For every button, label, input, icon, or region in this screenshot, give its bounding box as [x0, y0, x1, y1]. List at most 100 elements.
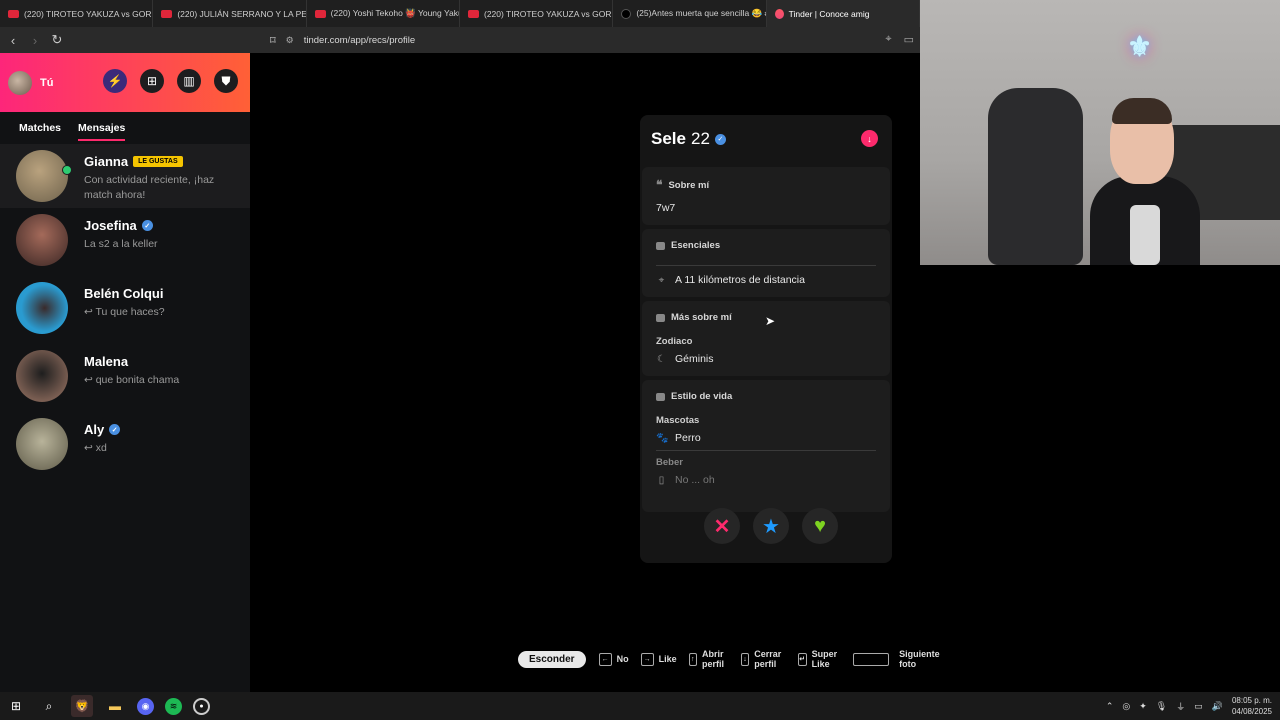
- avatar[interactable]: [16, 350, 68, 402]
- location-icon[interactable]: ⌖: [885, 33, 891, 46]
- back-icon[interactable]: ‹: [4, 33, 22, 48]
- wifi-icon[interactable]: ▭: [1194, 701, 1203, 712]
- safety-button[interactable]: ⛊: [214, 69, 238, 93]
- microphone: [1130, 205, 1160, 265]
- lifestyle-icon: [656, 392, 665, 401]
- explore-icon: ⊞: [146, 74, 158, 88]
- conversation-item[interactable]: Malena ↩ que bonita chama: [0, 344, 250, 412]
- tab-matches[interactable]: Matches: [19, 122, 61, 144]
- hide-shortcuts-button[interactable]: Esconder: [518, 650, 586, 668]
- microphone-icon[interactable]: 🎙: [1156, 701, 1167, 712]
- location-pin-icon: ⌖: [658, 274, 665, 286]
- conversation-name: Malena: [84, 354, 129, 369]
- drink-label: Beber: [656, 457, 683, 468]
- star-icon: ★: [762, 515, 780, 538]
- about-section: ❝ Sobre mí 7w7: [642, 167, 890, 225]
- date: 04/08/2025: [1231, 707, 1272, 716]
- user-name[interactable]: Tú: [40, 77, 53, 89]
- about-text: 7w7: [656, 202, 676, 214]
- verified-icon: ✓: [714, 133, 726, 145]
- clock[interactable]: 08:05 p. m. 04/08/2025: [1232, 695, 1272, 717]
- search-icon[interactable]: ⌕: [38, 695, 60, 717]
- cast-icon[interactable]: ▭: [904, 33, 914, 46]
- file-explorer-icon[interactable]: ▬: [104, 695, 126, 717]
- collapse-profile-button[interactable]: ↓: [861, 130, 878, 147]
- conversation-item[interactable]: Josefina ✓ La s2 a la keller: [0, 208, 250, 276]
- windows-start-icon[interactable]: ⊞: [5, 695, 27, 717]
- reload-icon[interactable]: ↻: [48, 32, 66, 48]
- obs-icon[interactable]: ●: [193, 697, 210, 715]
- browser-tab[interactable]: (220) TIROTEO YAKUZA vs GORE | AR: [460, 0, 614, 27]
- address-bar: ‹ › ↻ ⌑ ⚙ tinder.com/app/recs/profile ⌖ …: [0, 27, 920, 53]
- bookmark-icon[interactable]: ⌑: [270, 34, 276, 47]
- browser-tab[interactable]: (220) JULIÁN SERRANO Y LA PEOR E: [153, 0, 307, 27]
- shortcut-close-profile: ↓ Cerrar perfil: [740, 649, 786, 669]
- section-title: Sobre mí: [668, 179, 710, 191]
- browser-tab-active[interactable]: Tinder | Conoce amig: [766, 0, 920, 27]
- profile-name: Sele: [651, 129, 686, 148]
- browser-tab[interactable]: (220) Yoshi Tekoho 👹 Young Yakuza: [307, 0, 460, 27]
- like-button[interactable]: ♥: [802, 508, 838, 544]
- tag-icon: [656, 313, 665, 322]
- heart-icon: ♥: [814, 514, 826, 537]
- neon-logo: ⚜: [1127, 31, 1153, 62]
- pets-value: Perro: [675, 432, 701, 444]
- work-mode-button[interactable]: ▥: [177, 69, 201, 93]
- avatar[interactable]: [16, 418, 68, 470]
- browser-tab[interactable]: (220) TIROTEO YAKUZA vs GORE | AR: [0, 0, 154, 27]
- discord-icon[interactable]: ◉: [137, 697, 154, 715]
- avatar[interactable]: [16, 282, 68, 334]
- sidebar: Tú ⚡ ⊞ ▥ ⛊ Matches Mensajes Gianna LE GUS…: [0, 53, 250, 692]
- browser-tab[interactable]: (25)Antes muerta que sencilla 😂 #v: [613, 0, 767, 27]
- usb-icon[interactable]: ⏚: [1176, 700, 1185, 713]
- conversation-message: Con actividad reciente, ¡haz match ahora…: [84, 174, 215, 201]
- quote-icon: ❝: [656, 178, 663, 192]
- steam-icon[interactable]: ◎: [1122, 701, 1130, 712]
- drink-value: No ... oh: [675, 474, 715, 486]
- avatar[interactable]: [16, 150, 68, 202]
- arrow-down-key-icon: ↓: [740, 652, 750, 666]
- system-tray: ⌃ ◎ ✦ 🎙 ⏚ ▭ 🔊 08:05 p. m. 04/08/2025: [1106, 695, 1272, 717]
- youtube-icon: [161, 9, 173, 18]
- avatar[interactable]: [8, 70, 32, 95]
- divider: [656, 450, 876, 451]
- brave-browser-icon[interactable]: 🦁: [71, 695, 93, 717]
- conversation-item[interactable]: Gianna LE GUSTAS Con actividad reciente, …: [0, 144, 250, 208]
- action-buttons: ✕ ★ ♥: [704, 508, 838, 544]
- conversation-item[interactable]: Belén Colqui ↩ Tu que haces?: [0, 276, 250, 344]
- webcam-overlay: ⚜: [920, 0, 1280, 265]
- conversation-message: ↩ que bonita chama: [84, 374, 180, 386]
- conversation-name: Gianna: [84, 154, 129, 169]
- avatar[interactable]: [16, 214, 68, 266]
- boost-button[interactable]: ⚡: [103, 69, 127, 93]
- site-info-icon[interactable]: ⚙: [286, 35, 294, 46]
- conversation-name: Belén Colqui: [84, 286, 164, 301]
- conversation-item[interactable]: Aly ✓ ↩ xd: [0, 412, 250, 480]
- spotify-icon[interactable]: ≋: [165, 697, 182, 715]
- youtube-icon: [467, 9, 479, 18]
- tab-messages[interactable]: Mensajes: [78, 122, 126, 141]
- taskbar: ⊞ ⌕ 🦁 ▬ ◉ ≋ ● ⌃ ◎ ✦ 🎙 ⏚ ▭ 🔊 08:05 p. m. …: [0, 692, 1280, 720]
- nope-button[interactable]: ✕: [704, 508, 740, 544]
- url-text[interactable]: tinder.com/app/recs/profile: [304, 35, 415, 46]
- youtube-icon: [8, 9, 19, 18]
- likes-you-badge: LE GUSTAS: [133, 156, 183, 167]
- essentials-section: Esenciales ⌖ A 11 kilómetros de distancia: [642, 229, 890, 297]
- profile-header: Sele 22 ✓ ↓: [640, 115, 892, 163]
- bolt-icon: ⚡: [107, 74, 123, 88]
- chevron-up-icon[interactable]: ⌃: [1106, 701, 1114, 712]
- id-card-icon: [656, 241, 665, 250]
- explore-button[interactable]: ⊞: [140, 69, 164, 93]
- conversation-message: La s2 a la keller: [84, 238, 158, 250]
- arrow-up-key-icon: ↑: [688, 652, 697, 666]
- shortcut-no: ← No: [598, 652, 629, 666]
- paw-icon: 🐾: [656, 432, 669, 444]
- sidebar-header: Tú ⚡ ⊞ ▥ ⛊: [0, 53, 250, 112]
- volume-icon[interactable]: 🔊: [1212, 701, 1223, 712]
- forward-icon[interactable]: ›: [26, 33, 44, 48]
- super-like-button[interactable]: ★: [753, 508, 789, 544]
- network-app-icon[interactable]: ✦: [1139, 701, 1147, 712]
- keyboard-shortcuts-bar: Esconder ← No → Like ↑ Abrir perfil ↓ Cerrar…: [518, 649, 960, 669]
- conversation-name: Josefina: [84, 218, 137, 233]
- zodiac-label: Zodiaco: [656, 336, 693, 347]
